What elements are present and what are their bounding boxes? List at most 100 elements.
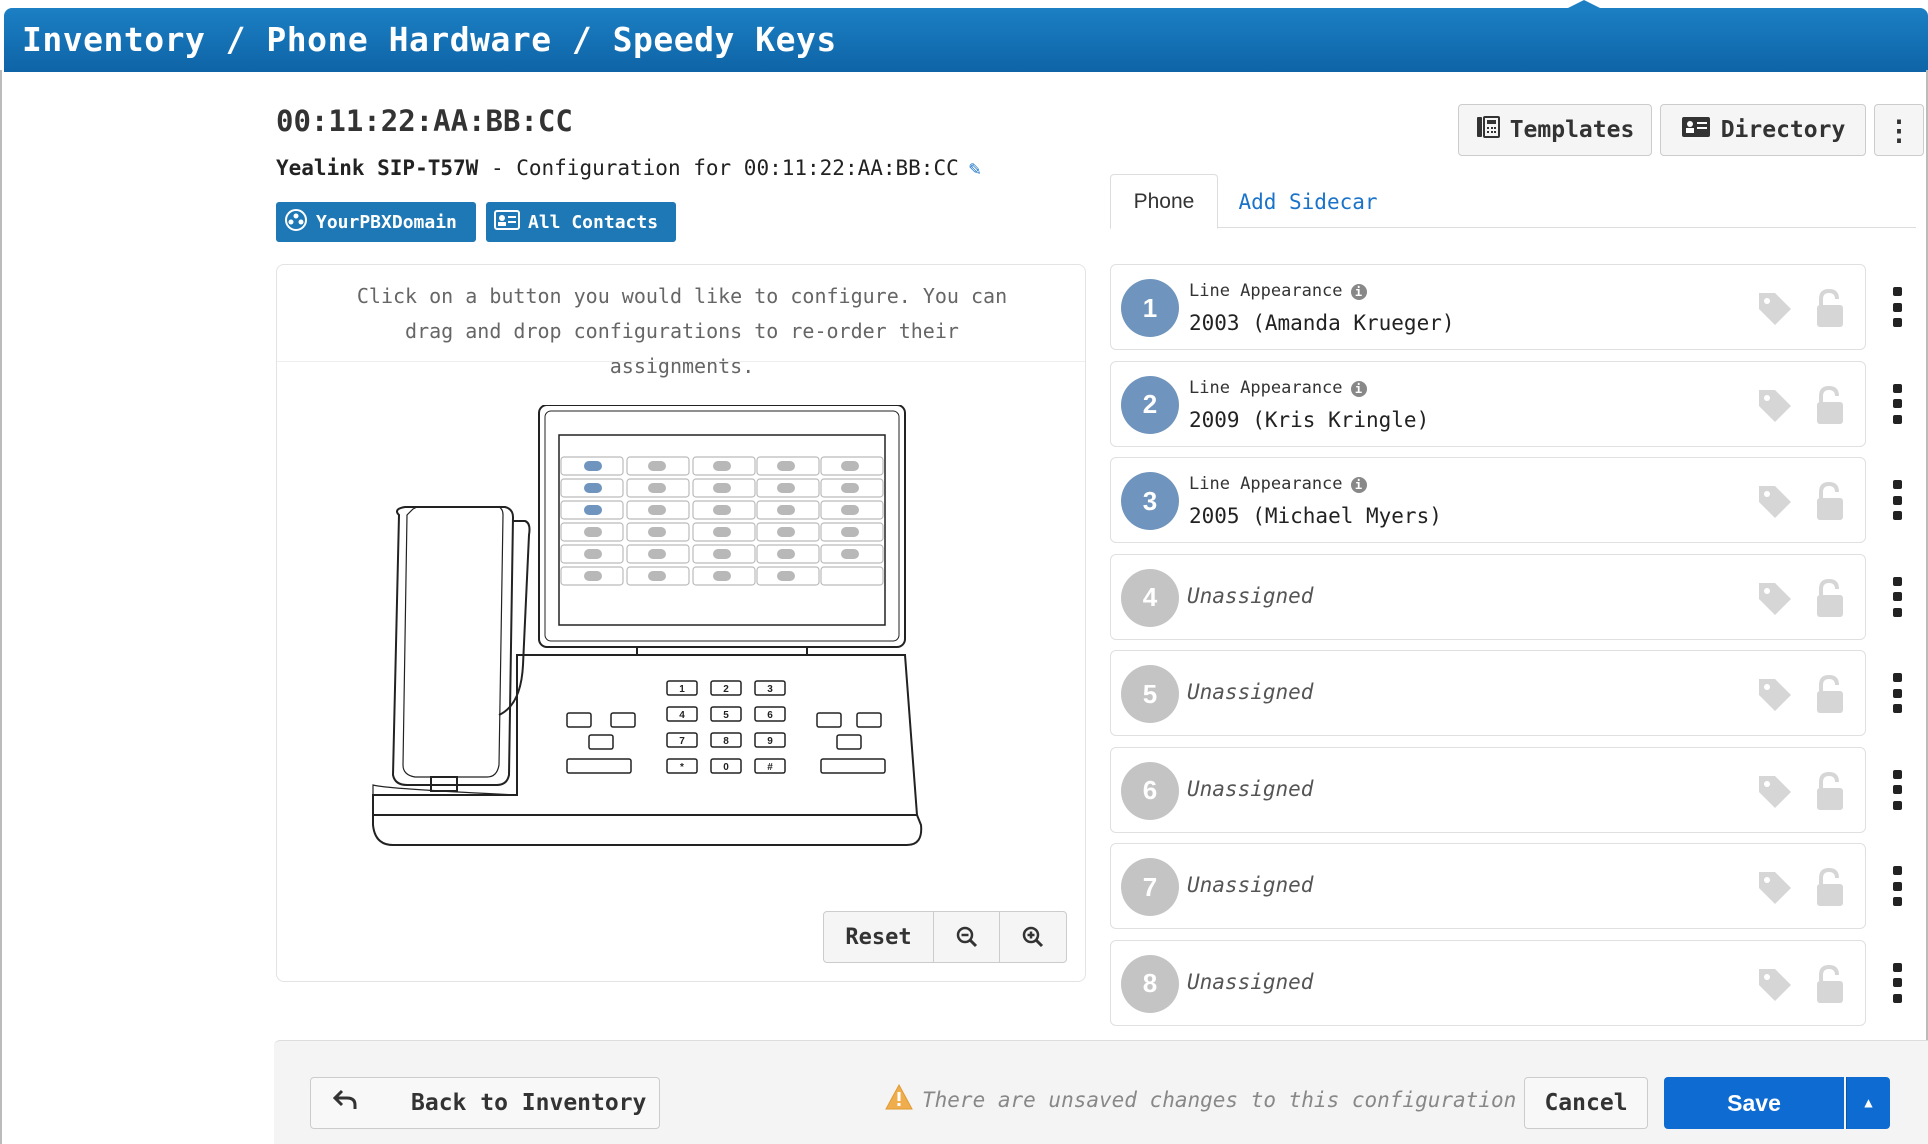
save-button[interactable]: Save — [1664, 1077, 1844, 1129]
info-icon[interactable]: i — [1350, 380, 1367, 397]
zoom-in-icon[interactable] — [1000, 912, 1066, 962]
panel-divider — [277, 361, 1085, 362]
cancel-button[interactable]: Cancel — [1524, 1077, 1648, 1129]
back-label: Back to Inventory — [411, 1090, 647, 1116]
info-icon[interactable]: i — [1350, 477, 1367, 493]
key-value: 2003 (Amanda Krueger) — [1189, 311, 1455, 335]
svg-text:5: 5 — [723, 710, 729, 721]
templates-label: Templates — [1509, 117, 1635, 143]
reset-button[interactable]: Reset — [824, 912, 934, 962]
tag-icon[interactable] — [1755, 868, 1795, 908]
svg-text:6: 6 — [767, 710, 773, 721]
tab-add-sidecar[interactable]: Add Sidecar — [1228, 174, 1388, 229]
key-type-label: Line Appearance i — [1189, 378, 1367, 398]
warning-icon — [884, 1083, 914, 1116]
tag-icon[interactable] — [1755, 675, 1795, 715]
key-unassigned-label: Unassigned — [1187, 969, 1314, 994]
contact-card-icon — [494, 209, 520, 235]
key-number-badge: 7 — [1121, 858, 1179, 916]
unsaved-warning: There are unsaved changes to this config… — [884, 1083, 1516, 1116]
header-notch — [1564, 0, 1604, 10]
svg-text:0: 0 — [723, 762, 729, 773]
svg-text:3: 3 — [767, 684, 773, 695]
tag-icon[interactable] — [1755, 289, 1795, 329]
key-number-badge: 5 — [1121, 665, 1179, 723]
key-unassigned-label: Unassigned — [1187, 680, 1314, 704]
zoom-out-icon[interactable] — [934, 912, 1000, 962]
device-subtitle: Yealink SIP-T57W - Configuration for 00:… — [276, 156, 981, 180]
key-menu-icon[interactable] — [1890, 287, 1904, 327]
key-value: 2005 (Michael Myers) — [1189, 504, 1442, 528]
unlock-icon[interactable] — [1809, 287, 1849, 329]
device-model: Yealink SIP-T57W — [276, 156, 479, 180]
tag-icon[interactable] — [1755, 965, 1795, 1005]
help-text: Click on a button you would like to conf… — [356, 284, 1008, 378]
key-menu-icon[interactable] — [1890, 962, 1904, 1003]
tab-phone[interactable]: Phone — [1110, 174, 1218, 229]
key-row-1[interactable]: 1 Line Appearance i 2003 (Amanda Krueger) — [1110, 264, 1866, 350]
key-row-8[interactable]: 8 Unassigned — [1110, 939, 1866, 1026]
svg-text:9: 9 — [767, 736, 773, 747]
back-arrow-icon — [311, 1088, 381, 1118]
key-menu-icon[interactable] — [1890, 769, 1904, 810]
tag-icon[interactable] — [1755, 579, 1795, 619]
domain-icon — [284, 208, 308, 237]
key-menu-icon[interactable] — [1890, 576, 1904, 617]
tag-icon[interactable] — [1755, 772, 1795, 812]
key-menu-icon[interactable] — [1890, 480, 1904, 520]
svg-text:*: * — [680, 762, 684, 773]
key-row-6[interactable]: 6 Unassigned — [1110, 746, 1866, 833]
device-mac-title: 00:11:22:AA:BB:CC — [276, 104, 573, 138]
tab-bar: Phone Add Sidecar — [1110, 174, 1916, 229]
unlock-icon[interactable] — [1809, 384, 1849, 426]
key-row-4[interactable]: 4 Unassigned — [1110, 553, 1866, 640]
svg-text:#: # — [767, 762, 773, 773]
directory-label: Directory — [1720, 117, 1846, 143]
warning-text: There are unsaved changes to this config… — [922, 1087, 1517, 1112]
key-number-badge: 4 — [1121, 568, 1179, 627]
key-number-badge: 2 — [1121, 375, 1179, 434]
key-unassigned-label: Unassigned — [1187, 776, 1314, 801]
svg-text:8: 8 — [723, 736, 729, 747]
unlock-icon[interactable] — [1809, 770, 1849, 812]
key-row-3[interactable]: 3 Line Appearance i 2005 (Michael Myers) — [1110, 457, 1866, 543]
key-number-badge: 3 — [1121, 472, 1179, 530]
tag-icon[interactable] — [1755, 386, 1795, 426]
more-options-icon[interactable]: ⋮ — [1874, 104, 1924, 156]
unlock-icon[interactable] — [1809, 963, 1849, 1005]
info-icon[interactable]: i — [1350, 284, 1367, 300]
page-border-left — [0, 70, 2, 1144]
config-label: - Configuration for 00:11:22:AA:BB:CC — [478, 156, 959, 180]
contacts-chip[interactable]: All Contacts — [486, 202, 676, 242]
tag-icon[interactable] — [1755, 482, 1795, 522]
key-type-label: Line Appearance i — [1189, 474, 1367, 494]
caret-up-icon[interactable]: ▲ — [1846, 1077, 1890, 1129]
phone-preview-panel: Click on a button you would like to conf… — [276, 264, 1086, 982]
directory-button[interactable]: Directory — [1660, 104, 1866, 156]
unlock-icon[interactable] — [1809, 577, 1849, 619]
svg-text:2: 2 — [723, 684, 729, 695]
phone-illustration[interactable]: 1 2 3 4 5 6 7 8 9 * 0 # — [327, 405, 1047, 925]
key-menu-icon[interactable] — [1890, 866, 1904, 906]
contact-card-icon — [1681, 116, 1711, 144]
domain-chip-label: YourPBXDomain — [316, 211, 457, 233]
contacts-chip-label: All Contacts — [528, 211, 659, 233]
breadcrumb: Inventory / Phone Hardware / Speedy Keys — [22, 20, 837, 59]
unlock-icon[interactable] — [1809, 673, 1849, 715]
key-menu-icon[interactable] — [1890, 673, 1904, 713]
svg-text:4: 4 — [679, 710, 685, 721]
key-number-badge: 1 — [1121, 279, 1179, 337]
domain-chip[interactable]: YourPBXDomain — [276, 202, 476, 242]
pencil-icon[interactable]: ✎ — [969, 156, 981, 180]
unlock-icon[interactable] — [1809, 866, 1849, 908]
key-row-2[interactable]: 2 Line Appearance i 2009 (Kris Kringle) — [1110, 360, 1866, 447]
key-row-7[interactable]: 7 Unassigned — [1110, 843, 1866, 929]
footer-bar: Back to Inventory There are unsaved chan… — [274, 1040, 1928, 1144]
zoom-controls: Reset — [823, 911, 1067, 963]
unlock-icon[interactable] — [1809, 480, 1849, 522]
back-to-inventory-button[interactable]: Back to Inventory — [310, 1077, 660, 1129]
key-row-5[interactable]: 5 Unassigned — [1110, 650, 1866, 736]
key-menu-icon[interactable] — [1890, 383, 1904, 424]
templates-button[interactable]: Templates — [1458, 104, 1652, 156]
key-value: 2009 (Kris Kringle) — [1189, 407, 1430, 432]
